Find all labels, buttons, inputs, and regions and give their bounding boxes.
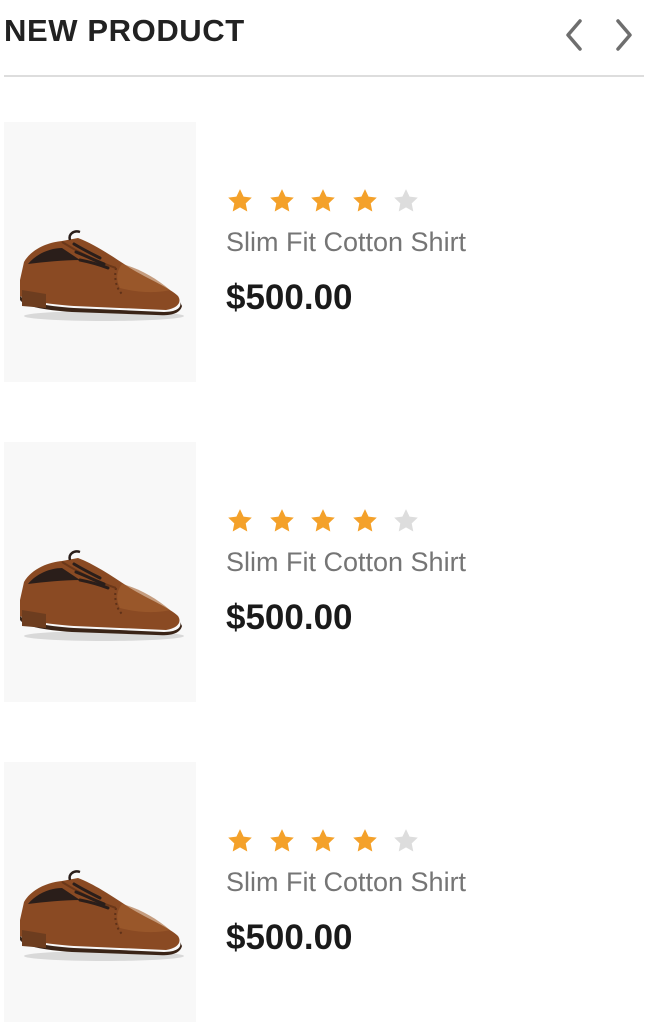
shoe-image — [20, 870, 184, 961]
star-filled-icon — [351, 507, 379, 535]
chevron-right-icon — [606, 16, 640, 54]
star-filled-icon — [351, 827, 379, 855]
star-filled-icon — [226, 187, 254, 215]
product-item[interactable]: Slim Fit Cotton Shirt $500.00 — [4, 762, 644, 1022]
product-image[interactable] — [4, 442, 196, 702]
star-filled-icon — [351, 187, 379, 215]
next-button[interactable] — [606, 16, 640, 54]
product-info: Slim Fit Cotton Shirt $500.00 — [226, 184, 626, 318]
product-item[interactable]: Slim Fit Cotton Shirt $500.00 — [4, 442, 644, 702]
star-filled-icon — [226, 827, 254, 855]
star-empty-icon — [392, 187, 420, 215]
prev-button[interactable] — [558, 16, 592, 54]
shoe-image — [20, 230, 184, 321]
product-name[interactable]: Slim Fit Cotton Shirt — [226, 866, 626, 898]
star-empty-icon — [392, 507, 420, 535]
product-name[interactable]: Slim Fit Cotton Shirt — [226, 546, 626, 578]
product-image[interactable] — [4, 122, 196, 382]
product-info: Slim Fit Cotton Shirt $500.00 — [226, 824, 626, 958]
star-filled-icon — [268, 507, 296, 535]
star-empty-icon — [392, 827, 420, 855]
product-price: $500.00 — [226, 918, 353, 957]
shoe-image — [20, 550, 184, 641]
star-filled-icon — [268, 187, 296, 215]
rating-stars — [226, 184, 626, 218]
product-price: $500.00 — [226, 598, 353, 637]
product-name[interactable]: Slim Fit Cotton Shirt — [226, 226, 626, 258]
widget-title: NEW PRODUCT — [4, 13, 245, 48]
rating-stars — [226, 824, 626, 858]
rating-stars — [226, 504, 626, 538]
new-product-widget: NEW PRODUCT Slim Fit Cotton Shirt $500.0… — [4, 0, 644, 1022]
product-price: $500.00 — [226, 278, 353, 317]
star-filled-icon — [226, 507, 254, 535]
star-filled-icon — [309, 507, 337, 535]
star-filled-icon — [268, 827, 296, 855]
product-image[interactable] — [4, 762, 196, 1022]
star-filled-icon — [309, 827, 337, 855]
product-item[interactable]: Slim Fit Cotton Shirt $500.00 — [4, 122, 644, 382]
widget-header: NEW PRODUCT — [4, 0, 644, 77]
star-filled-icon — [309, 187, 337, 215]
product-info: Slim Fit Cotton Shirt $500.00 — [226, 504, 626, 638]
chevron-left-icon — [558, 16, 592, 54]
